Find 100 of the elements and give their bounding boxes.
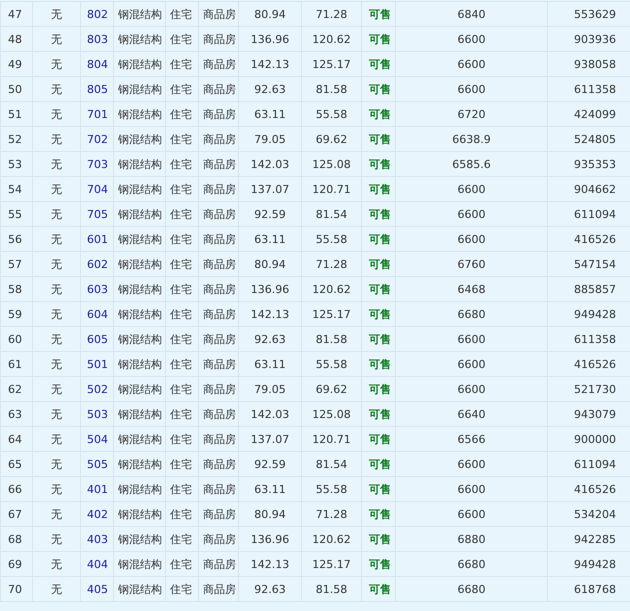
row-number: 62 — [8, 382, 22, 396]
table-cell: 钢混结构 — [118, 408, 162, 420]
table-cell: 商品房 — [203, 8, 236, 20]
table-cell: 6600 — [458, 508, 486, 520]
table-cell: 钢混结构 — [118, 358, 162, 370]
table-cell: 6680 — [458, 308, 486, 320]
row-number: 68 — [8, 532, 22, 546]
status-label: 可售 — [369, 408, 391, 420]
row-number: 67 — [8, 508, 22, 520]
table-cell: 住宅 — [170, 158, 192, 170]
table-cell: 无 — [51, 158, 62, 170]
row-number: 54 — [8, 182, 22, 196]
table-cell: 商品房 — [203, 532, 236, 546]
status-label: 可售 — [369, 532, 391, 546]
table-cell: 无 — [51, 182, 62, 196]
table-cell: 住宅 — [170, 232, 192, 246]
table-cell: 住宅 — [170, 482, 192, 496]
table-cell: 6640 — [458, 408, 486, 420]
table-cell: 住宅 — [170, 508, 192, 520]
table-cell: 120.71 — [312, 432, 351, 446]
table-cell: 6600 — [458, 332, 486, 346]
status-label: 可售 — [369, 332, 391, 346]
table-cell: 商品房 — [203, 408, 236, 420]
table-cell: 商品房 — [203, 482, 236, 496]
table-cell: 136.96 — [250, 532, 290, 546]
table-cell: 无 — [51, 58, 62, 70]
table-cell: 无 — [51, 8, 62, 20]
table-cell: 55.58 — [316, 482, 348, 496]
table-cell: 住宅 — [170, 8, 192, 20]
table-cell: 55.58 — [316, 232, 348, 246]
table-cell: 钢混结构 — [118, 132, 162, 146]
table-cell: 商品房 — [203, 308, 236, 320]
table-cell: 6680 — [458, 582, 486, 596]
table-cell: 903936 — [574, 32, 616, 46]
table-cell: 无 — [51, 232, 62, 246]
table-cell: 120.71 — [312, 182, 351, 196]
table-cell: 住宅 — [170, 432, 192, 446]
table-cell: 534204 — [574, 508, 616, 520]
table-cell: 6600 — [458, 58, 486, 70]
table-cell: 无 — [51, 308, 62, 320]
table-cell: 6600 — [458, 208, 486, 220]
status-label: 可售 — [369, 58, 391, 70]
table-cell: 885857 — [574, 282, 616, 296]
table-cell: 63.11 — [254, 482, 286, 496]
table-cell: 钢混结构 — [118, 508, 162, 520]
table-cell: 商品房 — [203, 582, 236, 596]
table-cell: 住宅 — [170, 458, 192, 470]
table-cell: 935353 — [574, 158, 616, 170]
table-cell: 949428 — [574, 558, 616, 570]
row-number: 66 — [8, 482, 22, 496]
table-cell: 125.17 — [312, 308, 351, 320]
table-cell: 6600 — [458, 182, 486, 196]
table-cell: 6760 — [458, 258, 486, 270]
table-cell: 商品房 — [203, 382, 236, 396]
table-cell: 81.54 — [316, 208, 348, 220]
status-label: 可售 — [369, 508, 391, 520]
table-cell: 142.13 — [250, 558, 290, 570]
table-cell: 钢混结构 — [118, 308, 162, 320]
table-cell: 住宅 — [170, 132, 192, 146]
table-cell: 商品房 — [203, 232, 236, 246]
table-cell: 住宅 — [170, 358, 192, 370]
table-cell: 无 — [51, 282, 62, 296]
table-cell: 住宅 — [170, 282, 192, 296]
table-cell: 无 — [51, 332, 62, 346]
table-cell: 无 — [51, 358, 62, 370]
table-cell: 79.05 — [254, 382, 286, 396]
table-cell: 611094 — [574, 458, 616, 470]
table-cell: 416526 — [574, 232, 616, 246]
table-cell: 69.62 — [316, 382, 348, 396]
table-cell: 商品房 — [203, 208, 236, 220]
status-label: 可售 — [369, 432, 391, 446]
table-cell: 住宅 — [170, 532, 192, 546]
table-cell: 69.62 — [316, 132, 348, 146]
table-cell: 942285 — [574, 532, 616, 546]
table-cell: 547154 — [574, 258, 616, 270]
table-cell: 住宅 — [170, 582, 192, 596]
table-cell: 商品房 — [203, 432, 236, 446]
table-cell: 92.63 — [254, 582, 286, 596]
row-number: 61 — [8, 358, 22, 370]
row-number: 50 — [8, 82, 22, 96]
table-cell: 钢混结构 — [118, 558, 162, 570]
table-cell: 71.28 — [316, 508, 348, 520]
table-cell: 6680 — [458, 558, 486, 570]
row-number: 53 — [8, 158, 22, 170]
table-cell: 63.11 — [254, 358, 286, 370]
table-cell: 无 — [51, 382, 62, 396]
table-cell: 住宅 — [170, 258, 192, 270]
table-cell: 住宅 — [170, 558, 192, 570]
row-number: 52 — [8, 132, 22, 146]
table-cell: 524805 — [574, 132, 616, 146]
table-cell: 125.17 — [312, 558, 351, 570]
table-cell: 55.58 — [316, 108, 348, 120]
table-cell: 6566 — [458, 432, 486, 446]
table-cell: 钢混结构 — [118, 108, 162, 120]
status-label: 可售 — [369, 132, 391, 146]
table-cell: 钢混结构 — [118, 432, 162, 446]
table-cell: 无 — [51, 32, 62, 46]
status-label: 可售 — [369, 358, 391, 370]
row-number: 64 — [8, 432, 22, 446]
table-cell: 92.63 — [254, 82, 286, 96]
